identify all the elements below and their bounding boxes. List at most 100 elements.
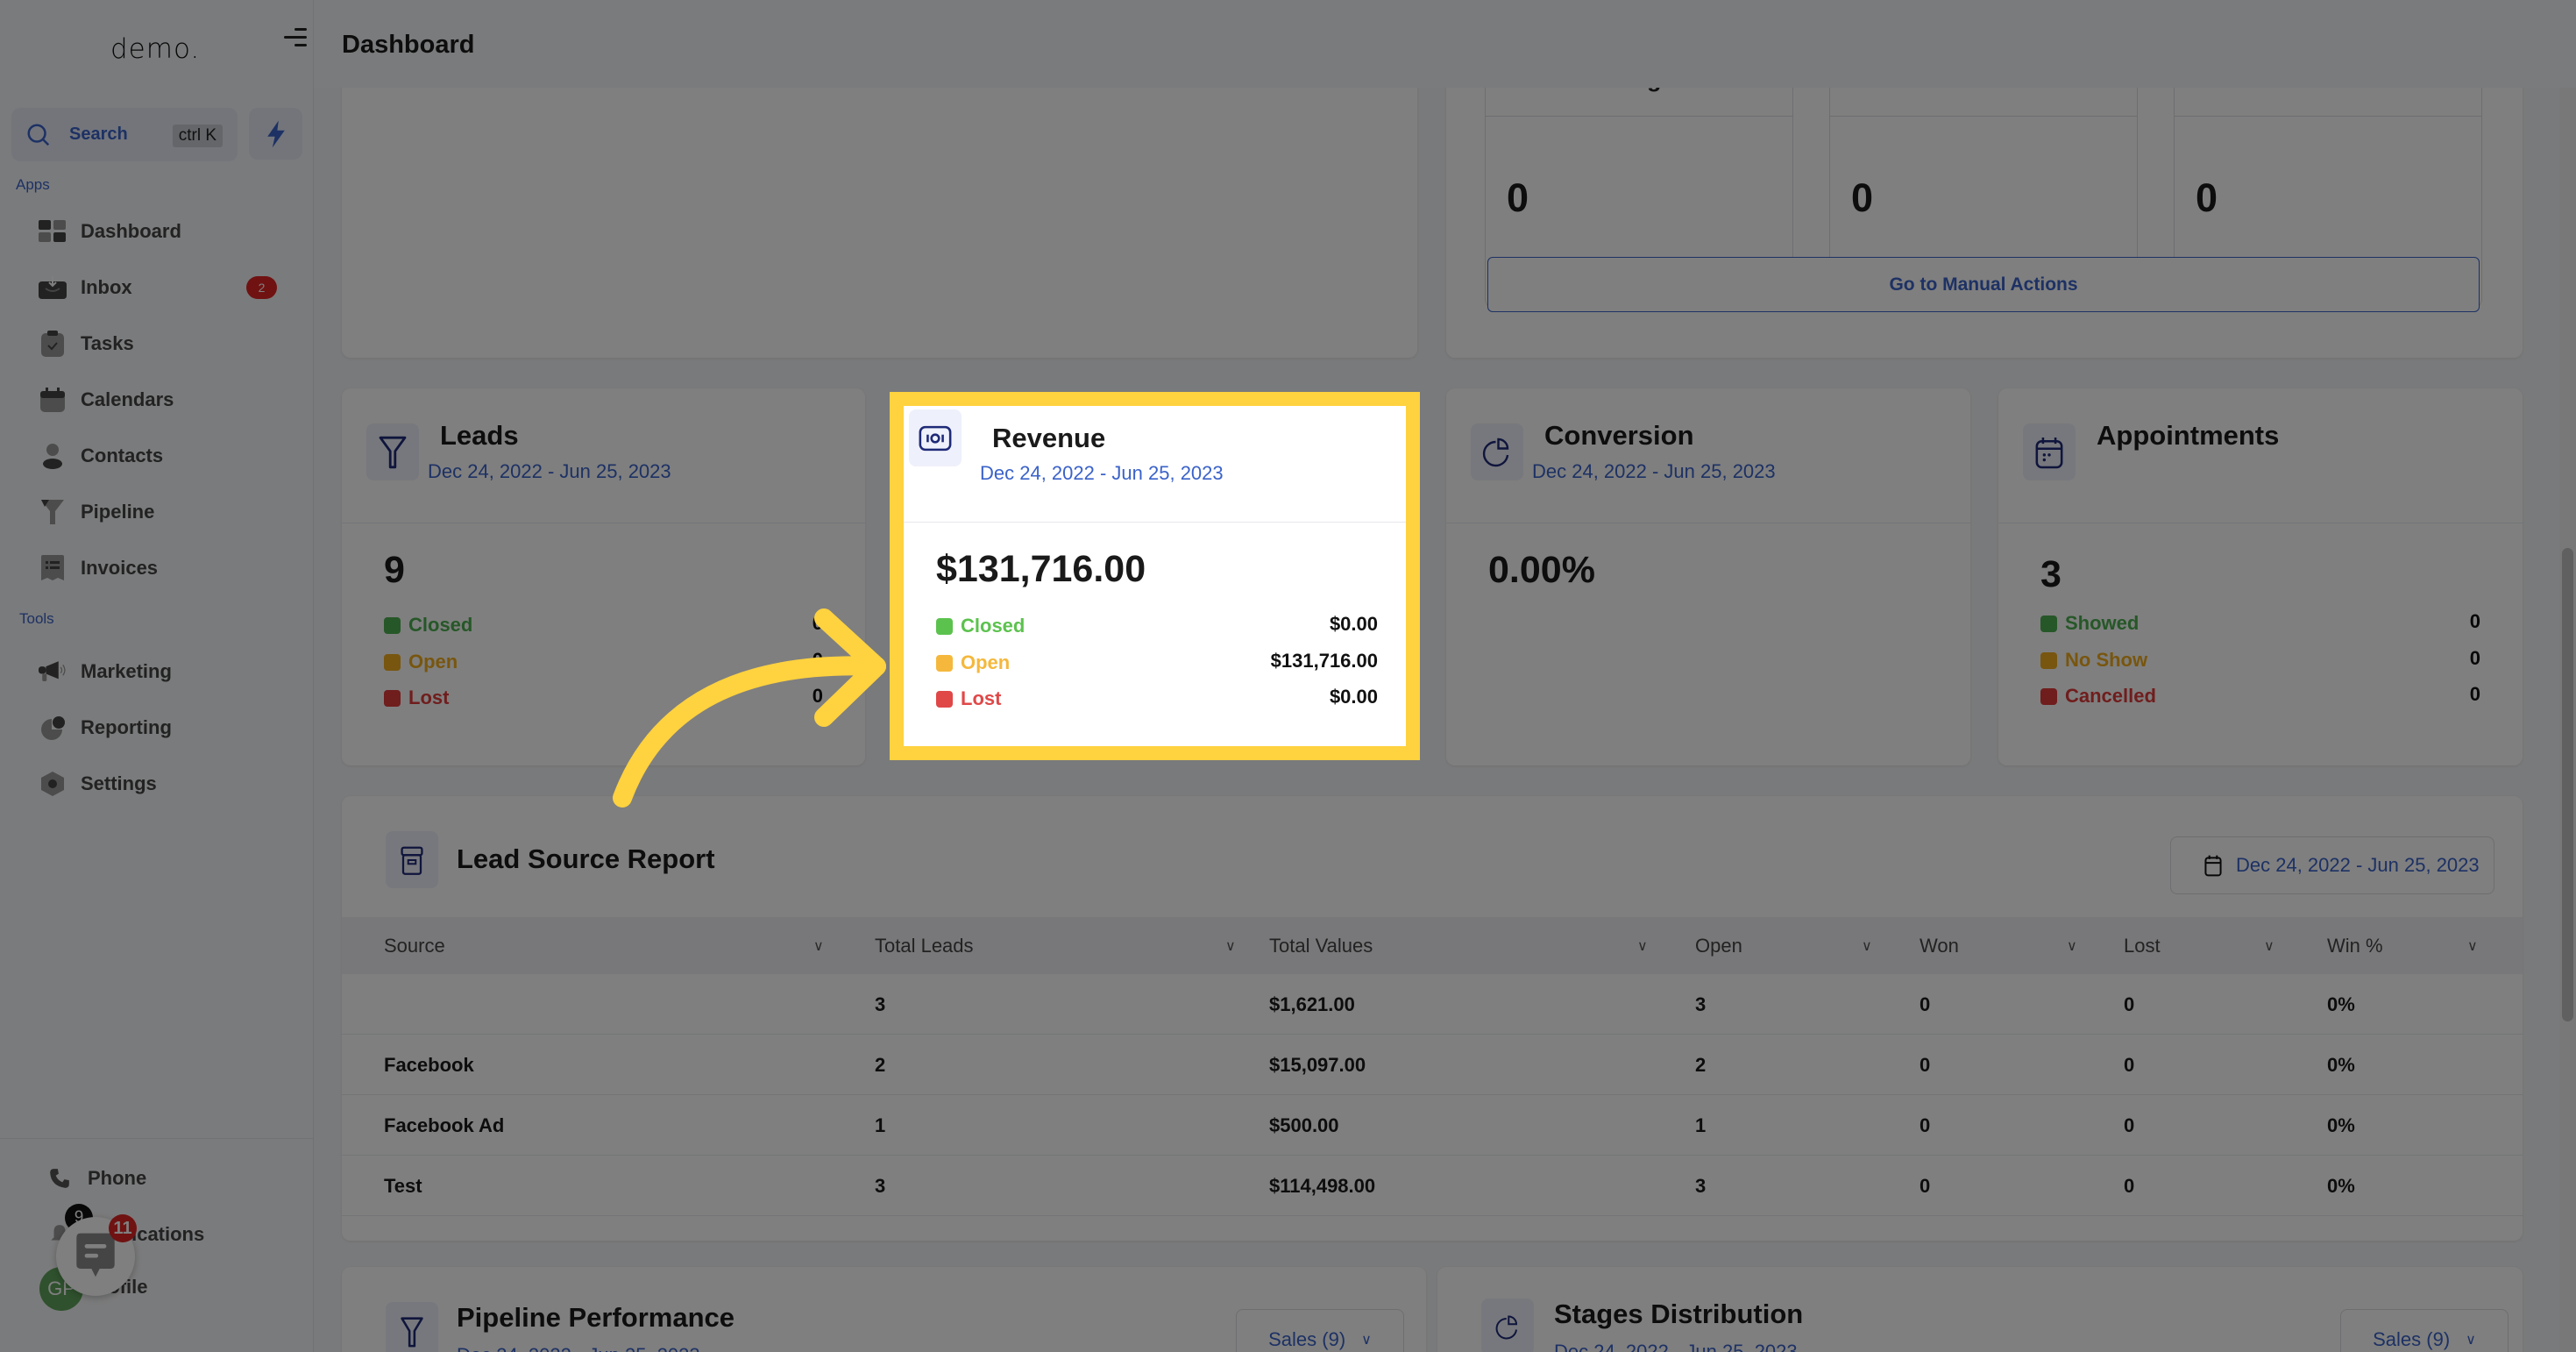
top-header: Dashboard [314, 0, 2576, 88]
pie-chart-icon [1481, 1299, 1534, 1352]
column-header-total-leads[interactable]: Total Leads ∨ [875, 917, 1260, 974]
conversion-rate: 0.00% [1488, 549, 1595, 591]
revenue-total: $131,716.00 [936, 548, 1146, 590]
table-cell: 3 [1695, 1174, 1707, 1197]
sidebar-item-label: Contacts [81, 445, 164, 466]
search-label: Search [69, 125, 128, 144]
sidebar-item-label: Invoices [81, 557, 159, 579]
chevron-down-icon: ∨ [813, 938, 824, 954]
legend-value: 0 [2469, 610, 2480, 632]
sidebar-item-reporting[interactable]: Reporting [39, 708, 284, 747]
search-input[interactable]: Search ctrl K [11, 108, 238, 161]
sidebar-item-label: Settings [81, 772, 157, 794]
chat-unread-badge: 11 [109, 1214, 137, 1242]
legend-cancelled: Cancelled [2040, 683, 2156, 709]
table-row[interactable]: Facebook Ad 1 $500.00 1 0 0 0% [342, 1095, 2523, 1156]
status-dot [2040, 651, 2057, 669]
column-header-open[interactable]: Open ∨ [1695, 917, 1914, 974]
leads-card: Leads Dec 24, 2022 - Jun 25, 2023 9 Clos… [342, 388, 865, 765]
column-label: Open [1695, 934, 1742, 957]
divider [1486, 116, 1792, 117]
date-range-picker[interactable]: Dec 24, 2022 - Jun 25, 2023 [2170, 836, 2494, 894]
table-row[interactable]: 3 $1,621.00 3 0 0 0% [342, 974, 2523, 1035]
table-header: Source ∨ Total Leads ∨ Total Values ∨ Open ∨… [342, 917, 2523, 974]
status-dot [2040, 687, 2057, 705]
sidebar-item-settings[interactable]: Settings [39, 765, 284, 803]
card-title: Revenue [992, 423, 1106, 453]
table-cell: 0 [1920, 1053, 1931, 1076]
inbox-icon [39, 274, 67, 302]
divider [2175, 116, 2481, 117]
sidebar-item-label: Dashboard [81, 220, 181, 242]
widget-card-top-left [342, 53, 1417, 358]
table-cell: $1,621.00 [1269, 993, 1355, 1015]
card-date-range: Dec 24, 2022 - Jun 25, 2023 [1532, 460, 1776, 482]
legend-lost: Lost [384, 685, 449, 711]
card-title: Conversion [1544, 420, 1694, 451]
sidebar-item-label: Phone [88, 1167, 147, 1189]
sidebar-item-pipeline[interactable]: Pipeline [39, 493, 284, 531]
legend-label: Cancelled [2065, 685, 2156, 707]
chevron-down-icon: ∨ [2466, 1333, 2476, 1348]
column-header-won[interactable]: Won ∨ [1920, 917, 2121, 974]
select-value: Sales (9) [2373, 1328, 2451, 1350]
table-row[interactable]: Test 3 $114,498.00 3 0 0 0% [342, 1156, 2523, 1216]
status-dot [936, 617, 953, 635]
appointments-card: Appointments 3 Showed 0 No Show 0 Cancel… [1998, 388, 2523, 765]
legend-open: Open [384, 649, 458, 675]
legend-label: Closed [961, 615, 1025, 637]
funnel-icon [366, 423, 419, 480]
page-title: Dashboard [342, 31, 475, 59]
go-to-manual-actions-button[interactable]: Go to Manual Actions [1487, 257, 2480, 312]
collapse-sidebar-button[interactable] [284, 26, 307, 49]
table-cell: Facebook [384, 1053, 474, 1076]
sidebar-item-phone[interactable]: Phone [46, 1159, 291, 1198]
inbox-unread-badge: 2 [246, 276, 277, 299]
sidebar-item-label: Calendars [81, 388, 174, 410]
sidebar-item-tasks[interactable]: Tasks [39, 324, 284, 363]
dashboard-icon [39, 217, 67, 245]
card-title: Appointments [2097, 420, 2280, 451]
legend-closed: Closed [384, 612, 472, 638]
table-cell: $114,498.00 [1269, 1174, 1376, 1197]
table-cell: 0 [2124, 1053, 2135, 1076]
column-header-source[interactable]: Source ∨ [384, 917, 840, 974]
table-cell: 0 [2124, 1114, 2135, 1136]
table-cell: 3 [875, 993, 886, 1015]
legend-label: Lost [961, 687, 1002, 709]
card-title: Pipeline Performance [457, 1302, 735, 1333]
sidebar-item-invoices[interactable]: Invoices [39, 549, 284, 587]
sidebar-item-calendars[interactable]: Calendars [39, 381, 284, 419]
sidebar-item-label: Marketing [81, 660, 172, 682]
sidebar-item-dashboard[interactable]: Dashboard [39, 212, 284, 251]
status-dot [384, 616, 401, 634]
sidebar-item-inbox[interactable]: Inbox 2 [39, 268, 284, 307]
table-row[interactable]: Facebook 2 $15,097.00 2 0 0 0% [342, 1035, 2523, 1095]
sidebar-item-label: Tasks [81, 332, 134, 354]
quick-actions-button[interactable] [249, 108, 302, 160]
sidebar-item-contacts[interactable]: Contacts [39, 437, 284, 475]
revenue-card[interactable]: Revenue Dec 24, 2022 - Jun 25, 2023 $131… [890, 392, 1420, 760]
pipeline-select[interactable]: Sales (9) ∨ [2340, 1309, 2509, 1352]
legend-closed: Closed [936, 613, 1025, 639]
pipeline-performance-card: Pipeline Performance Dec 24, 2022 - Jun … [342, 1267, 1426, 1352]
money-icon [909, 409, 962, 466]
column-label: Total Leads [875, 934, 974, 957]
column-header-win-percent[interactable]: Win % ∨ [2327, 917, 2502, 974]
conversion-card: Conversion Dec 24, 2022 - Jun 25, 2023 0… [1446, 388, 1970, 765]
sidebar-item-marketing[interactable]: Marketing [39, 652, 284, 691]
scrollbar-thumb[interactable] [2562, 548, 2573, 1021]
table-cell: 0 [2124, 1174, 2135, 1197]
page-scrollbar[interactable] [2559, 88, 2576, 1352]
chevron-down-icon: ∨ [1361, 1333, 1372, 1348]
sidebar-item-label: Reporting [81, 716, 172, 738]
pipeline-icon [39, 498, 67, 526]
menu-line [295, 44, 307, 46]
table-cell: 0 [1920, 1114, 1931, 1136]
column-header-total-values[interactable]: Total Values ∨ [1269, 917, 1672, 974]
table-cell: 1 [1695, 1114, 1707, 1136]
column-header-lost[interactable]: Lost ∨ [2124, 917, 2325, 974]
pipeline-select[interactable]: Sales (9) ∨ [1236, 1309, 1404, 1352]
settings-icon [39, 770, 67, 798]
card-date-range: Dec 24, 2022 - Jun 25, 2023 [457, 1344, 700, 1352]
